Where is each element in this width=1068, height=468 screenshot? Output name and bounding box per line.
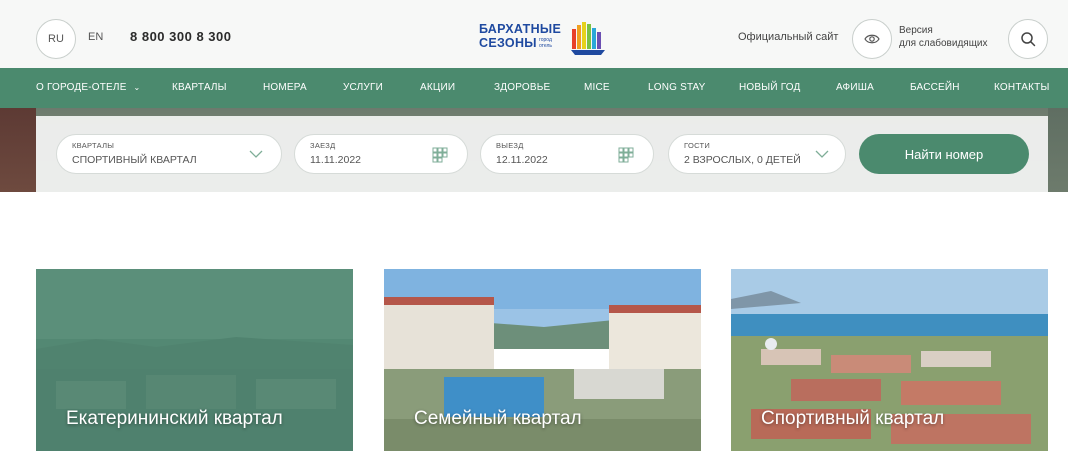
logo-text-line1: БАРХАТНЫЕ — [479, 22, 562, 36]
lang-ru-button[interactable]: RU — [36, 19, 76, 59]
chevron-down-icon: ⌄ — [133, 83, 141, 92]
lang-en-button[interactable]: EN — [88, 31, 103, 43]
calendar-grid-icon — [618, 147, 634, 163]
chevron-down-icon — [249, 150, 263, 158]
main-nav: О ГОРОДЕ-ОТЕЛЕ ⌄ КВАРТАЛЫ НОМЕРА УСЛУГИ … — [0, 68, 1068, 108]
site-logo[interactable]: БАРХАТНЫЕ СЕЗОНЫ город отель — [479, 19, 609, 59]
checkout-date-field[interactable]: ВЫЕЗД 12.11.2022 — [480, 134, 654, 174]
booking-form: КВАРТАЛЫ СПОРТИВНЫЙ КВАРТАЛ ЗАЕЗД 11.11.… — [36, 116, 1048, 192]
nav-item-label: О ГОРОДЕ-ОТЕЛЕ — [36, 82, 127, 93]
district-value: СПОРТИВНЫЙ КВАРТАЛ — [72, 154, 197, 166]
guests-select[interactable]: ГОСТИ 2 ВЗРОСЛЫХ, 0 ДЕТЕЙ — [668, 134, 846, 174]
top-bar: RU EN 8 800 300 8 300 БАРХАТНЫЕ СЕЗОНЫ г… — [0, 0, 1068, 68]
phone-link[interactable]: 8 800 300 8 300 — [130, 29, 231, 44]
nav-item-about[interactable]: О ГОРОДЕ-ОТЕЛЕ ⌄ — [36, 82, 140, 93]
district-label: КВАРТАЛЫ — [72, 141, 115, 150]
logo-subtitle: город отель — [539, 37, 553, 49]
nav-item-events[interactable]: АФИША — [836, 82, 874, 93]
hero-edge-right — [1048, 108, 1068, 192]
nav-item-services[interactable]: УСЛУГИ — [343, 82, 383, 93]
checkin-label: ЗАЕЗД — [310, 141, 336, 150]
district-card-ekaterininsky[interactable]: Екатерининский квартал — [36, 269, 353, 451]
vision-version-link[interactable]: Версия для слабовидящих — [899, 24, 988, 50]
guests-value: 2 ВЗРОСЛЫХ, 0 ДЕТЕЙ — [684, 154, 801, 166]
accessibility-button[interactable] — [852, 19, 892, 59]
checkin-date-field[interactable]: ЗАЕЗД 11.11.2022 — [294, 134, 468, 174]
checkin-value: 11.11.2022 — [310, 154, 361, 166]
district-card-sport[interactable]: Спортивный квартал — [731, 269, 1048, 451]
card-label: Екатерининский квартал — [66, 408, 283, 429]
nav-item-long-stay[interactable]: LONG STAY — [648, 82, 706, 93]
logo-text-line2: СЕЗОНЫ — [479, 36, 537, 50]
checkout-label: ВЫЕЗД — [496, 141, 524, 150]
calendar-grid-icon — [432, 147, 448, 163]
search-icon — [1021, 32, 1036, 47]
nav-item-offers[interactable]: АКЦИИ — [420, 82, 455, 93]
nav-item-new-year[interactable]: НОВЫЙ ГОД — [739, 82, 800, 93]
search-button[interactable] — [1008, 19, 1048, 59]
vision-line2: для слабовидящих — [899, 38, 988, 49]
nav-item-health[interactable]: ЗДОРОВЬЕ — [494, 82, 550, 93]
district-card-family[interactable]: Семейный квартал — [384, 269, 701, 451]
nav-item-rooms[interactable]: НОМЕРА — [263, 82, 307, 93]
lang-ru-label: RU — [48, 33, 64, 45]
card-label: Семейный квартал — [414, 408, 582, 429]
card-label: Спортивный квартал — [761, 408, 945, 429]
nav-item-pool[interactable]: БАССЕЙН — [910, 82, 960, 93]
hero-edge-left — [0, 108, 36, 192]
nav-item-mice[interactable]: MICE — [584, 82, 610, 93]
nav-item-contacts[interactable]: КОНТАКТЫ — [994, 82, 1050, 93]
guests-label: ГОСТИ — [684, 141, 711, 150]
nav-item-districts[interactable]: КВАРТАЛЫ — [172, 82, 227, 93]
checkout-value: 12.11.2022 — [496, 154, 548, 166]
district-select[interactable]: КВАРТАЛЫ СПОРТИВНЫЙ КВАРТАЛ — [56, 134, 282, 174]
sails-logo-icon — [571, 22, 605, 55]
eye-icon — [864, 34, 880, 44]
find-room-button[interactable]: Найти номер — [859, 134, 1029, 174]
official-site-label: Официальный сайт — [738, 31, 839, 43]
chevron-down-icon — [815, 150, 829, 158]
vision-line1: Версия — [899, 25, 933, 36]
